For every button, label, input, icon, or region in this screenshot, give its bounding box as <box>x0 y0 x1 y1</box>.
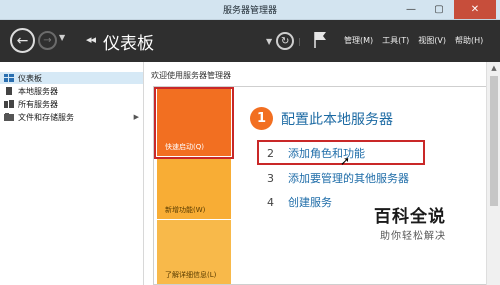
chevron-right-icon[interactable]: ▶ <box>134 113 139 121</box>
sidebar-item-label: 所有服务器 <box>18 99 58 109</box>
servers-icon <box>4 100 14 108</box>
server-icon <box>4 87 14 95</box>
close-button[interactable]: ✕ <box>454 0 496 19</box>
refresh-control[interactable]: ▼ ↻ | <box>266 32 301 50</box>
step-link[interactable]: 创建服务 <box>288 194 332 210</box>
history-dropdown-icon[interactable]: ▼ <box>59 33 65 42</box>
forward-button[interactable]: → <box>38 31 57 50</box>
step-link[interactable]: 添加要管理的其他服务器 <box>288 170 409 186</box>
menu-help[interactable]: 帮助(H) <box>455 35 483 46</box>
back-button[interactable]: ← <box>10 28 35 53</box>
sidebar-item-local-server[interactable]: 本地服务器 <box>0 85 143 97</box>
dashboard-icon <box>4 74 14 82</box>
sidebar-item-file-storage[interactable]: 文件和存储服务 ▶ <box>0 111 143 123</box>
divider: | <box>298 36 301 46</box>
minimize-button[interactable]: — <box>398 0 424 19</box>
main-content: 欢迎使用服务器管理器 快速启动(Q) 新增功能(W) 了解详细信息(L) 1 配… <box>145 62 489 285</box>
watermark-subtitle: 助你轻松解决 <box>380 231 446 242</box>
menu-bar: 管理(M) 工具(T) 视图(V) 帮助(H) <box>344 35 483 46</box>
mouse-cursor-icon: ➚ <box>340 154 351 168</box>
step-number-badge: 1 <box>250 107 273 130</box>
tile-whats-new[interactable]: 新增功能(W) <box>157 157 231 219</box>
watermark-title: 百科全说 <box>374 207 446 227</box>
vertical-scrollbar[interactable]: ▲ <box>486 62 500 285</box>
step-heading[interactable]: 配置此本地服务器 <box>281 109 393 129</box>
welcome-title: 欢迎使用服务器管理器 <box>151 71 231 80</box>
storage-icon <box>4 113 14 121</box>
breadcrumb-arrows-icon: ◂◂ <box>86 33 96 46</box>
sidebar-item-label: 仪表板 <box>18 73 42 83</box>
sidebar-item-label: 本地服务器 <box>18 86 58 96</box>
tile-label: 新增功能(W) <box>165 206 206 214</box>
step-number: 3 <box>267 171 274 185</box>
menu-view[interactable]: 视图(V) <box>418 35 446 46</box>
refresh-dropdown-icon[interactable]: ▼ <box>266 37 272 46</box>
step-number: 4 <box>267 195 274 209</box>
sidebar: 仪表板 本地服务器 所有服务器 文件和存储服务 ▶ <box>0 62 144 285</box>
scroll-up-icon[interactable]: ▲ <box>487 62 500 74</box>
sidebar-item-all-servers[interactable]: 所有服务器 <box>0 98 143 110</box>
sidebar-item-label: 文件和存储服务 <box>18 112 74 122</box>
tile-label: 了解详细信息(L) <box>165 271 217 279</box>
scroll-thumb[interactable] <box>490 76 498 206</box>
menu-manage[interactable]: 管理(M) <box>344 35 373 46</box>
step-add-servers[interactable]: 3 添加要管理的其他服务器 <box>267 170 409 186</box>
refresh-icon[interactable]: ↻ <box>276 32 295 50</box>
header-bar: ← → ▼ ◂◂ 仪表板 ▼ ↻ | 管理(M) 工具(T) 视图(V) 帮助(… <box>0 20 500 62</box>
welcome-panel: 快速启动(Q) 新增功能(W) 了解详细信息(L) 1 配置此本地服务器 2 添… <box>153 86 489 285</box>
sidebar-item-dashboard[interactable]: 仪表板 <box>0 72 143 84</box>
window-title: 服务器管理器 <box>222 6 277 16</box>
menu-tools[interactable]: 工具(T) <box>382 35 409 46</box>
title-bar: 服务器管理器 — ▢ ✕ <box>0 0 500 20</box>
highlight-box-tile <box>154 87 234 159</box>
tile-learn-more[interactable]: 了解详细信息(L) <box>157 220 231 284</box>
page-title: 仪表板 <box>103 34 154 54</box>
step-create-server-group[interactable]: 4 创建服务 <box>267 194 332 210</box>
maximize-button[interactable]: ▢ <box>426 0 452 19</box>
flag-icon[interactable] <box>313 31 327 49</box>
